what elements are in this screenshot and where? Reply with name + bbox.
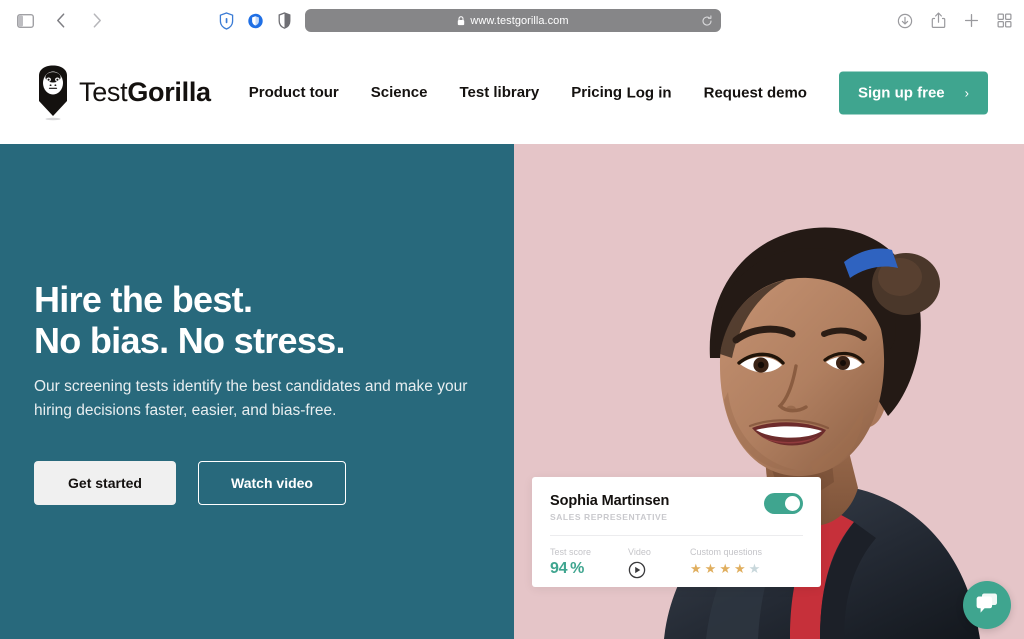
hero-subheadline: Our screening tests identify the best ca… — [34, 375, 467, 423]
candidate-identity: Sophia Martinsen SALES REPRESENTATIVE — [550, 493, 669, 522]
shield-outline-icon[interactable] — [216, 10, 236, 32]
brand-wordmark: TestGorilla — [79, 77, 211, 108]
star-icon-3: ★ — [719, 561, 731, 576]
brand-word-test: Test — [79, 77, 128, 107]
forward-icon[interactable] — [82, 8, 112, 34]
nav-item-log-in[interactable]: Log in — [627, 84, 672, 101]
candidate-result-card: Sophia Martinsen SALES REPRESENTATIVE Te… — [532, 477, 821, 587]
brand-logo-link[interactable]: TestGorilla — [36, 64, 211, 121]
nav-item-test-library[interactable]: Test library — [459, 84, 539, 101]
candidate-metrics: Test score 94 % Video Custom questions ★… — [550, 547, 803, 584]
star-icon-2: ★ — [704, 561, 717, 576]
url-text: www.testgorilla.com — [470, 14, 569, 27]
downloads-icon[interactable] — [895, 8, 915, 34]
candidate-card-header: Sophia Martinsen SALES REPRESENTATIVE — [550, 493, 803, 522]
star-icon-1: ★ — [690, 561, 702, 576]
shield-filled-icon[interactable] — [245, 10, 265, 32]
hero-sub-line1: Our screening tests identify the best ca… — [34, 378, 468, 395]
site-header: TestGorilla Product tour Science Test li… — [0, 41, 1024, 144]
browser-right-actions — [895, 0, 1014, 41]
metric-test-score: Test score 94 % — [550, 547, 628, 578]
browser-toolbar: www.testgorilla.com — [0, 0, 1024, 41]
share-icon[interactable] — [928, 8, 948, 34]
chevron-right-icon: › — [964, 85, 969, 100]
reload-icon[interactable] — [701, 14, 713, 27]
nav-item-pricing[interactable]: Pricing — [571, 84, 622, 101]
hero-sub-line2: hiring decisions faster, easier, and bia… — [34, 402, 337, 420]
play-icon[interactable] — [628, 561, 690, 584]
star-icon-5: ★ — [748, 561, 761, 576]
nav-item-science[interactable]: Science — [371, 84, 428, 101]
metric-custom-questions-label: Custom questions — [690, 547, 763, 557]
metric-test-score-label: Test score — [550, 547, 592, 557]
nav-item-product-tour[interactable]: Product tour — [249, 84, 339, 101]
hero-cta-group: Get started Watch video — [34, 461, 346, 505]
lock-icon — [457, 15, 465, 26]
hero-headline-line1: Hire the best. — [34, 279, 253, 320]
chat-bubble-icon — [974, 591, 1000, 620]
metric-video-label: Video — [628, 547, 651, 557]
hero-image-panel: Sophia Martinsen SALES REPRESENTATIVE Te… — [514, 144, 1024, 639]
metric-video: Video — [628, 547, 690, 584]
star-icon-4: ★ — [733, 561, 746, 576]
address-bar[interactable]: www.testgorilla.com — [305, 9, 721, 32]
candidate-shortlist-toggle[interactable] — [764, 493, 803, 514]
sign-up-free-button[interactable]: Sign up free › — [838, 71, 988, 114]
sign-up-free-label: Sign up free — [857, 84, 945, 101]
candidate-role: SALES REPRESENTATIVE — [550, 512, 668, 522]
hero-headline-line2: No bias. No stress. — [34, 319, 346, 361]
sidebar-toggle-icon[interactable] — [10, 8, 40, 34]
hero-headline: Hire the best. No bias. No stress. — [34, 279, 346, 361]
new-tab-icon[interactable] — [961, 8, 981, 34]
nav-item-request-demo[interactable]: Request demo — [704, 84, 807, 101]
browser-extensions — [216, 0, 294, 41]
hero-copy-panel: Hire the best. No bias. No stress. Our s… — [0, 144, 514, 639]
star-rating: ★ ★ ★ ★ ★ — [690, 562, 762, 575]
metric-test-score-value: 94 % — [550, 560, 585, 577]
metric-custom-questions: Custom questions ★ ★ ★ ★ ★ — [690, 547, 762, 575]
tab-overview-icon[interactable] — [994, 8, 1014, 34]
card-divider — [550, 535, 803, 536]
back-icon[interactable] — [46, 8, 76, 34]
browser-nav-controls — [0, 8, 112, 34]
reader-contrast-icon[interactable] — [274, 10, 294, 32]
secondary-nav: Log in Request demo Sign up free › — [627, 71, 988, 114]
get-started-button[interactable]: Get started — [34, 461, 176, 505]
primary-nav: Product tour Science Test library Pricin… — [249, 84, 622, 101]
candidate-name: Sophia Martinsen — [550, 493, 670, 509]
brand-word-gorilla: Gorilla — [127, 77, 211, 107]
hero-section: Hire the best. No bias. No stress. Our s… — [0, 144, 1024, 639]
chat-widget-button[interactable] — [963, 581, 1011, 629]
testgorilla-gorilla-logo-icon — [36, 64, 70, 121]
watch-video-button[interactable]: Watch video — [198, 461, 346, 505]
